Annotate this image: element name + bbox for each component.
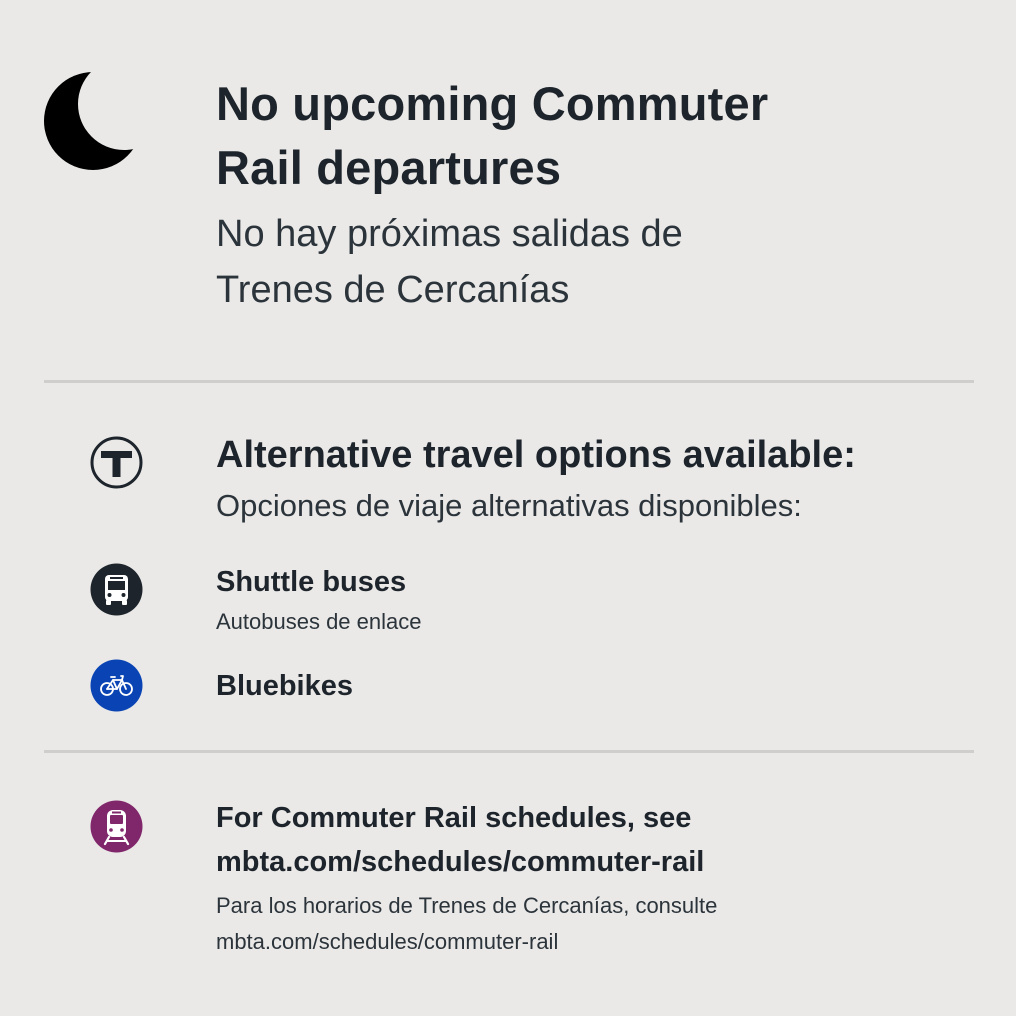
mbta-t-icon [90,436,143,489]
schedule-info-spanish: Para los horarios de Trenes de Cercanías… [216,888,916,960]
subtitle-line-2: Trenes de Cercanías [216,269,570,311]
schedule-spanish-line-1: Para los horarios de Trenes de Cercanías… [216,893,718,918]
subtitle-line-1: No hay próximas salidas de [216,213,683,255]
page-title: No upcoming Commuter Rail departures [216,72,856,200]
bike-icon [90,659,143,712]
bus-icon [90,563,143,616]
moon-icon [44,72,142,170]
title-line-1: No upcoming Commuter [216,77,769,130]
bluebikes-label: Bluebikes [216,670,353,702]
shuttle-buses-label: Shuttle buses [216,566,407,598]
alternatives-heading: Alternative travel options available: [216,434,856,476]
page-subtitle-spanish: No hay próximas salidas de Trenes de Cer… [216,206,856,318]
shuttle-buses-label-spanish: Autobuses de enlace [216,609,422,634]
alternatives-heading-spanish: Opciones de viaje alternativas disponibl… [216,488,802,523]
schedule-link: mbta.com/schedules/commuter-rail [216,846,705,878]
schedule-info: For Commuter Rail schedules, see mbta.co… [216,796,916,884]
schedule-line-1: For Commuter Rail schedules, see [216,802,692,834]
title-line-2: Rail departures [216,141,562,194]
divider [44,750,974,753]
commuter-rail-icon [90,800,143,853]
schedule-spanish-link: mbta.com/schedules/commuter-rail [216,929,559,954]
divider [44,380,974,383]
